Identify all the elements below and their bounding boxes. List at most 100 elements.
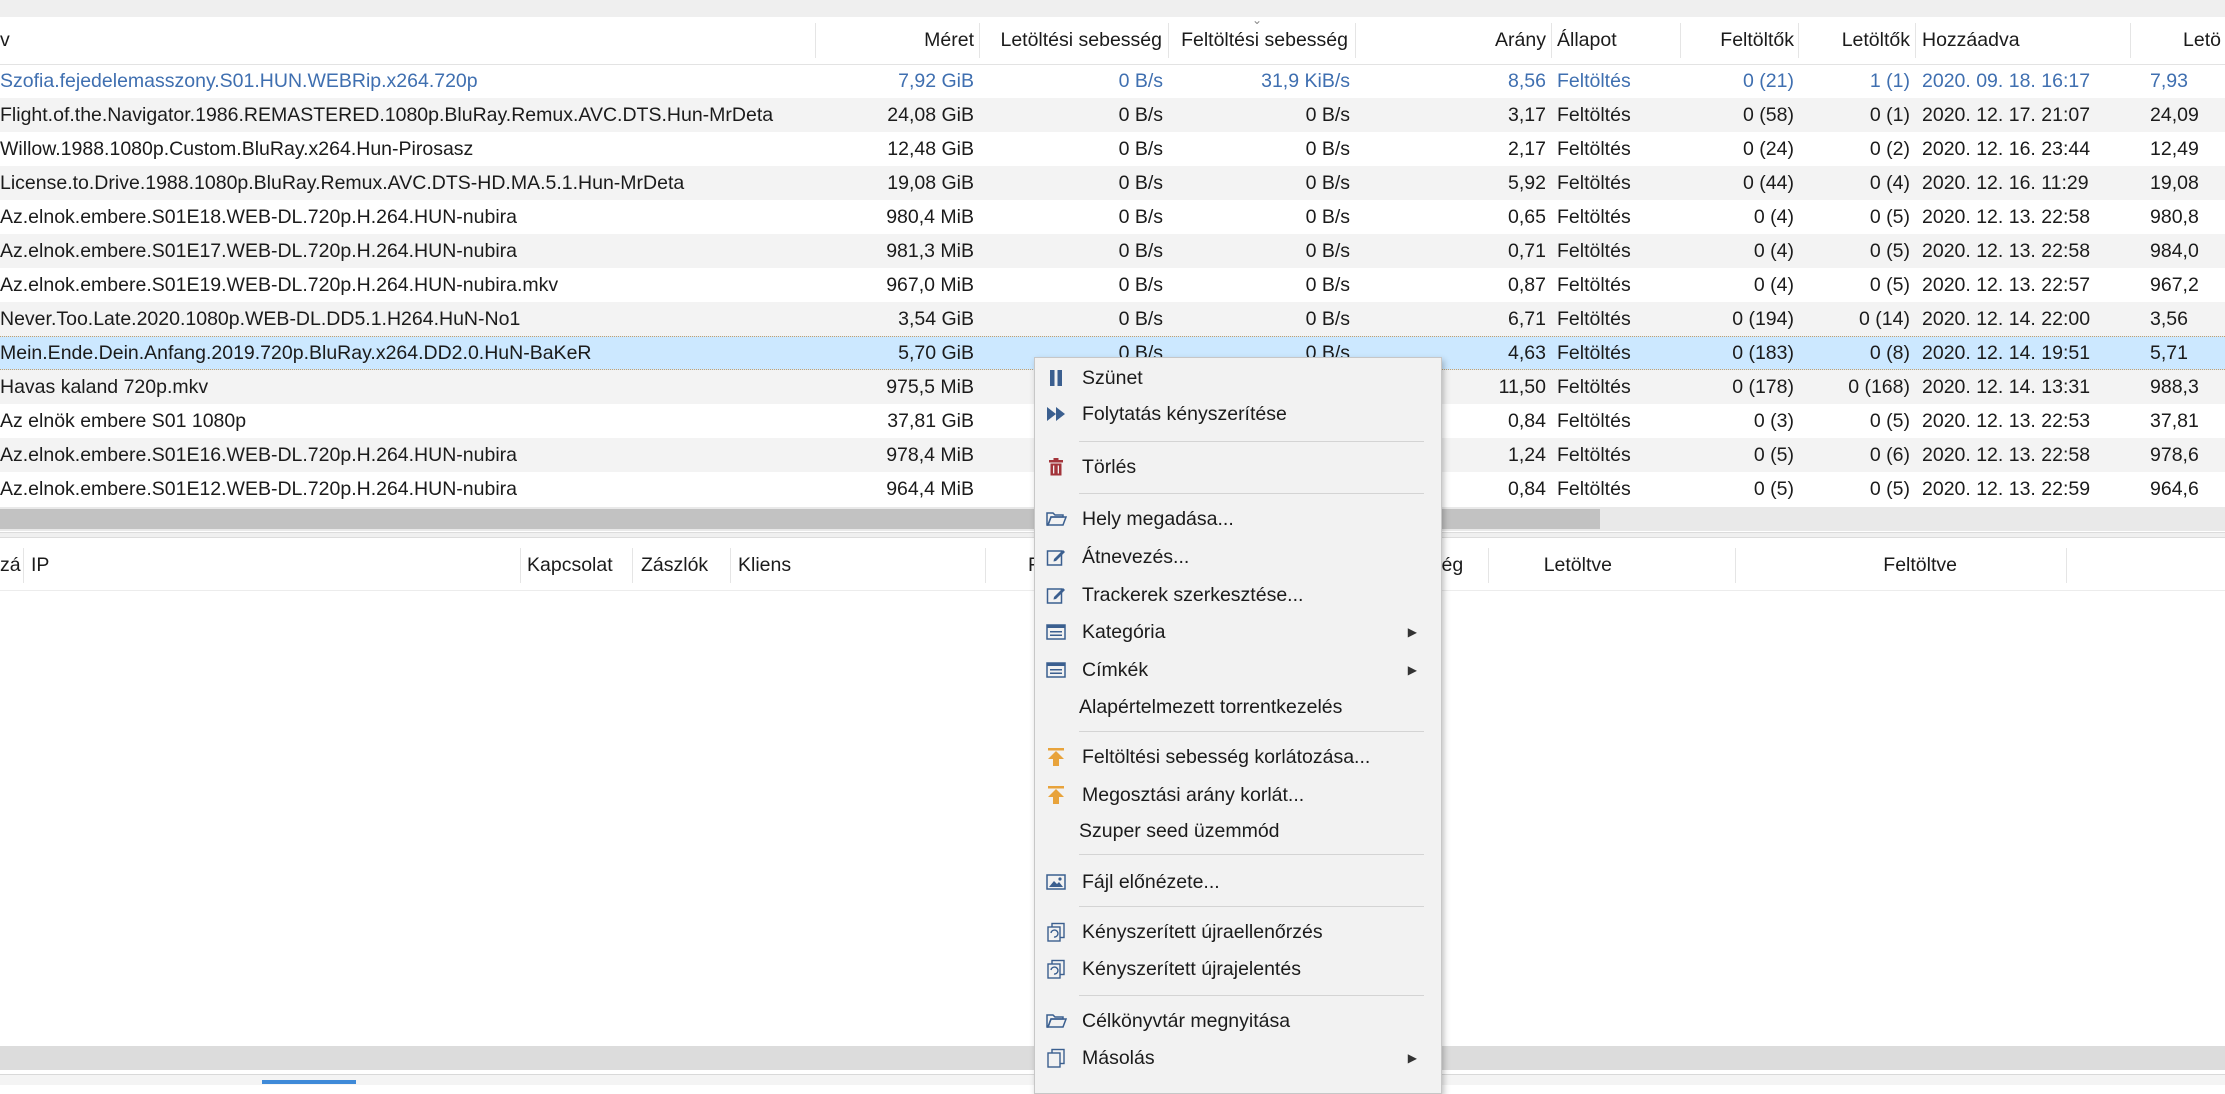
column-separator[interactable] xyxy=(730,548,731,583)
torrent-added-on: 2020. 12. 16. 11:29 xyxy=(1922,172,2089,194)
torrent-size: 19,08 GiB xyxy=(887,172,974,194)
menu-item-pause[interactable]: Szünet xyxy=(1035,360,1441,396)
fast-forward-icon xyxy=(1047,407,1065,421)
torrent-name: Az.elnok.embere.S01E16.WEB-DL.720p.H.264… xyxy=(0,444,518,466)
menu-separator xyxy=(1079,906,1424,907)
list-icon xyxy=(1046,624,1066,640)
torrent-ul-speed: 0 B/s xyxy=(1305,104,1350,126)
torrent-name: License.to.Drive.1988.1080p.BluRay.Remux… xyxy=(0,172,685,194)
torrent-name: Willow.1988.1080p.Custom.BluRay.x264.Hun… xyxy=(0,138,474,160)
torrent-row[interactable]: Az.elnok.embere.S01E18.WEB-DL.720p.H.264… xyxy=(0,200,2225,234)
menu-item-super-seeding[interactable]: Szuper seed üzemmód xyxy=(1035,813,1441,849)
column-header-dl-speed[interactable]: Letöltési sebesség xyxy=(982,17,1162,64)
column-header-size[interactable]: Méret xyxy=(820,17,974,64)
column-separator[interactable] xyxy=(1915,23,1916,58)
torrent-peers: 0 (4) xyxy=(1869,172,1910,194)
peer-column-uploaded[interactable]: Feltöltve xyxy=(1740,542,1957,589)
menu-separator xyxy=(1079,731,1424,732)
menu-item-tags[interactable]: Címkék ▶ xyxy=(1035,652,1441,688)
menu-item-auto-torrent-management[interactable]: Alapértelmezett torrentkezelés xyxy=(1035,689,1441,725)
torrent-name: Az.elnok.embere.S01E17.WEB-DL.720p.H.264… xyxy=(0,240,518,262)
menu-separator xyxy=(1079,441,1424,442)
torrent-row[interactable]: Szofia.fejedelemasszony.S01.HUN.WEBRip.x… xyxy=(0,64,2225,98)
menu-item-copy[interactable]: Másolás ▶ xyxy=(1035,1040,1441,1076)
torrent-seeds: 0 (194) xyxy=(1732,308,1794,330)
column-separator[interactable] xyxy=(1355,23,1356,58)
menu-item-limit-upload[interactable]: Feltöltési sebesség korlátozása... xyxy=(1035,739,1441,775)
menu-item-force-recheck[interactable]: Kényszerített újraellenőrzés xyxy=(1035,914,1441,950)
torrent-added-on: 2020. 12. 13. 22:53 xyxy=(1922,410,2091,432)
menu-item-label: Fájl előnézete... xyxy=(1082,871,1220,893)
column-header-seeds[interactable]: Feltöltők xyxy=(1682,17,1794,64)
torrent-downloaded: 984,0 xyxy=(2150,240,2199,262)
torrent-dl-speed: 0 B/s xyxy=(1118,70,1163,92)
column-separator[interactable] xyxy=(1488,548,1489,583)
peer-column-connection[interactable]: Kapcsolat xyxy=(527,542,632,589)
torrent-dl-speed: 0 B/s xyxy=(1118,138,1163,160)
peer-column-ip[interactable]: IP xyxy=(31,542,331,589)
menu-item-open-folder[interactable]: Célkönyvtár megnyitása xyxy=(1035,1003,1441,1039)
peer-column-client[interactable]: Kliens xyxy=(738,542,988,589)
torrent-ratio: 0,87 xyxy=(1508,274,1546,296)
menu-item-force-reannounce[interactable]: Kényszerített újrajelentés xyxy=(1035,951,1441,987)
menu-item-label: Címkék xyxy=(1082,659,1149,681)
column-separator[interactable] xyxy=(23,548,24,583)
edit-icon xyxy=(1046,588,1065,604)
peer-column-flags[interactable]: Zászlók xyxy=(641,542,726,589)
torrent-ul-speed: 0 B/s xyxy=(1305,274,1350,296)
folder-open-icon xyxy=(1046,1014,1067,1028)
torrent-row[interactable]: Az.elnok.embere.S01E17.WEB-DL.720p.H.264… xyxy=(0,234,2225,268)
menu-item-rename[interactable]: Átnevezés... xyxy=(1035,539,1441,575)
column-separator[interactable] xyxy=(1735,548,1736,583)
torrent-seeds: 0 (178) xyxy=(1732,376,1794,398)
torrent-size: 980,4 MiB xyxy=(886,206,974,228)
torrent-added-on: 2020. 09. 18. 16:17 xyxy=(1922,70,2091,92)
torrent-dl-speed: 0 B/s xyxy=(1118,172,1163,194)
torrent-seeds: 0 (58) xyxy=(1743,104,1794,126)
active-bottom-tab[interactable] xyxy=(262,1080,356,1084)
column-separator[interactable] xyxy=(1798,23,1799,58)
column-separator[interactable] xyxy=(2066,548,2067,583)
menu-item-limit-share-ratio[interactable]: Megosztási arány korlát... xyxy=(1035,777,1441,813)
column-header-ratio[interactable]: Arány xyxy=(1360,17,1546,64)
torrent-row[interactable]: Az.elnok.embere.S01E19.WEB-DL.720p.H.264… xyxy=(0,268,2225,302)
torrent-downloaded: 7,93 xyxy=(2150,70,2188,92)
column-separator[interactable] xyxy=(815,23,816,58)
torrent-row[interactable]: License.to.Drive.1988.1080p.BluRay.Remux… xyxy=(0,166,2225,200)
column-separator[interactable] xyxy=(1680,23,1681,58)
column-separator[interactable] xyxy=(632,548,633,583)
torrent-row[interactable]: Flight.of.the.Navigator.1986.REMASTERED.… xyxy=(0,98,2225,132)
torrent-name: Az elnök embere S01 1080p xyxy=(0,410,247,432)
torrent-size: 978,4 MiB xyxy=(886,444,974,466)
menu-item-edit-trackers[interactable]: Trackerek szerkesztése... xyxy=(1035,577,1441,613)
column-separator[interactable] xyxy=(985,548,986,583)
column-header-name[interactable]: v xyxy=(0,17,560,64)
column-separator[interactable] xyxy=(979,23,980,58)
menu-item-label: Kategória xyxy=(1082,621,1166,643)
menu-item-category[interactable]: Kategória ▶ xyxy=(1035,614,1441,650)
column-header-peers[interactable]: Letöltők xyxy=(1800,17,1910,64)
torrent-size: 37,81 GiB xyxy=(887,410,974,432)
menu-item-delete[interactable]: Törlés xyxy=(1035,449,1441,485)
torrent-row[interactable]: Willow.1988.1080p.Custom.BluRay.x264.Hun… xyxy=(0,132,2225,166)
torrent-row[interactable]: Never.Too.Late.2020.1080p.WEB-DL.DD5.1.H… xyxy=(0,302,2225,336)
column-separator[interactable] xyxy=(1551,23,1552,58)
peer-column-country[interactable]: zá xyxy=(0,542,24,589)
torrent-peers: 0 (6) xyxy=(1869,444,1910,466)
column-header-state[interactable]: Állapot xyxy=(1557,17,1675,64)
menu-item-preview-file[interactable]: Fájl előnézete... xyxy=(1035,864,1441,900)
torrent-state: Feltöltés xyxy=(1557,104,1631,126)
column-separator[interactable] xyxy=(1168,23,1169,58)
torrent-ul-speed: 0 B/s xyxy=(1305,308,1350,330)
column-header-downloaded[interactable]: Letö xyxy=(2183,17,2225,64)
menu-item-force-resume[interactable]: Folytatás kényszerítése xyxy=(1035,396,1441,432)
torrent-downloaded: 3,56 xyxy=(2150,308,2188,330)
column-separator[interactable] xyxy=(520,548,521,583)
torrent-dl-speed: 0 B/s xyxy=(1118,104,1163,126)
peer-column-downloaded[interactable]: Letöltve xyxy=(1500,542,1612,589)
menu-item-label: Alapértelmezett torrentkezelés xyxy=(1079,696,1343,718)
column-header-added[interactable]: Hozzáadva xyxy=(1922,17,2102,64)
column-separator[interactable] xyxy=(2130,23,2131,58)
torrent-dl-speed: 0 B/s xyxy=(1118,274,1163,296)
menu-item-set-location[interactable]: Hely megadása... xyxy=(1035,501,1441,537)
